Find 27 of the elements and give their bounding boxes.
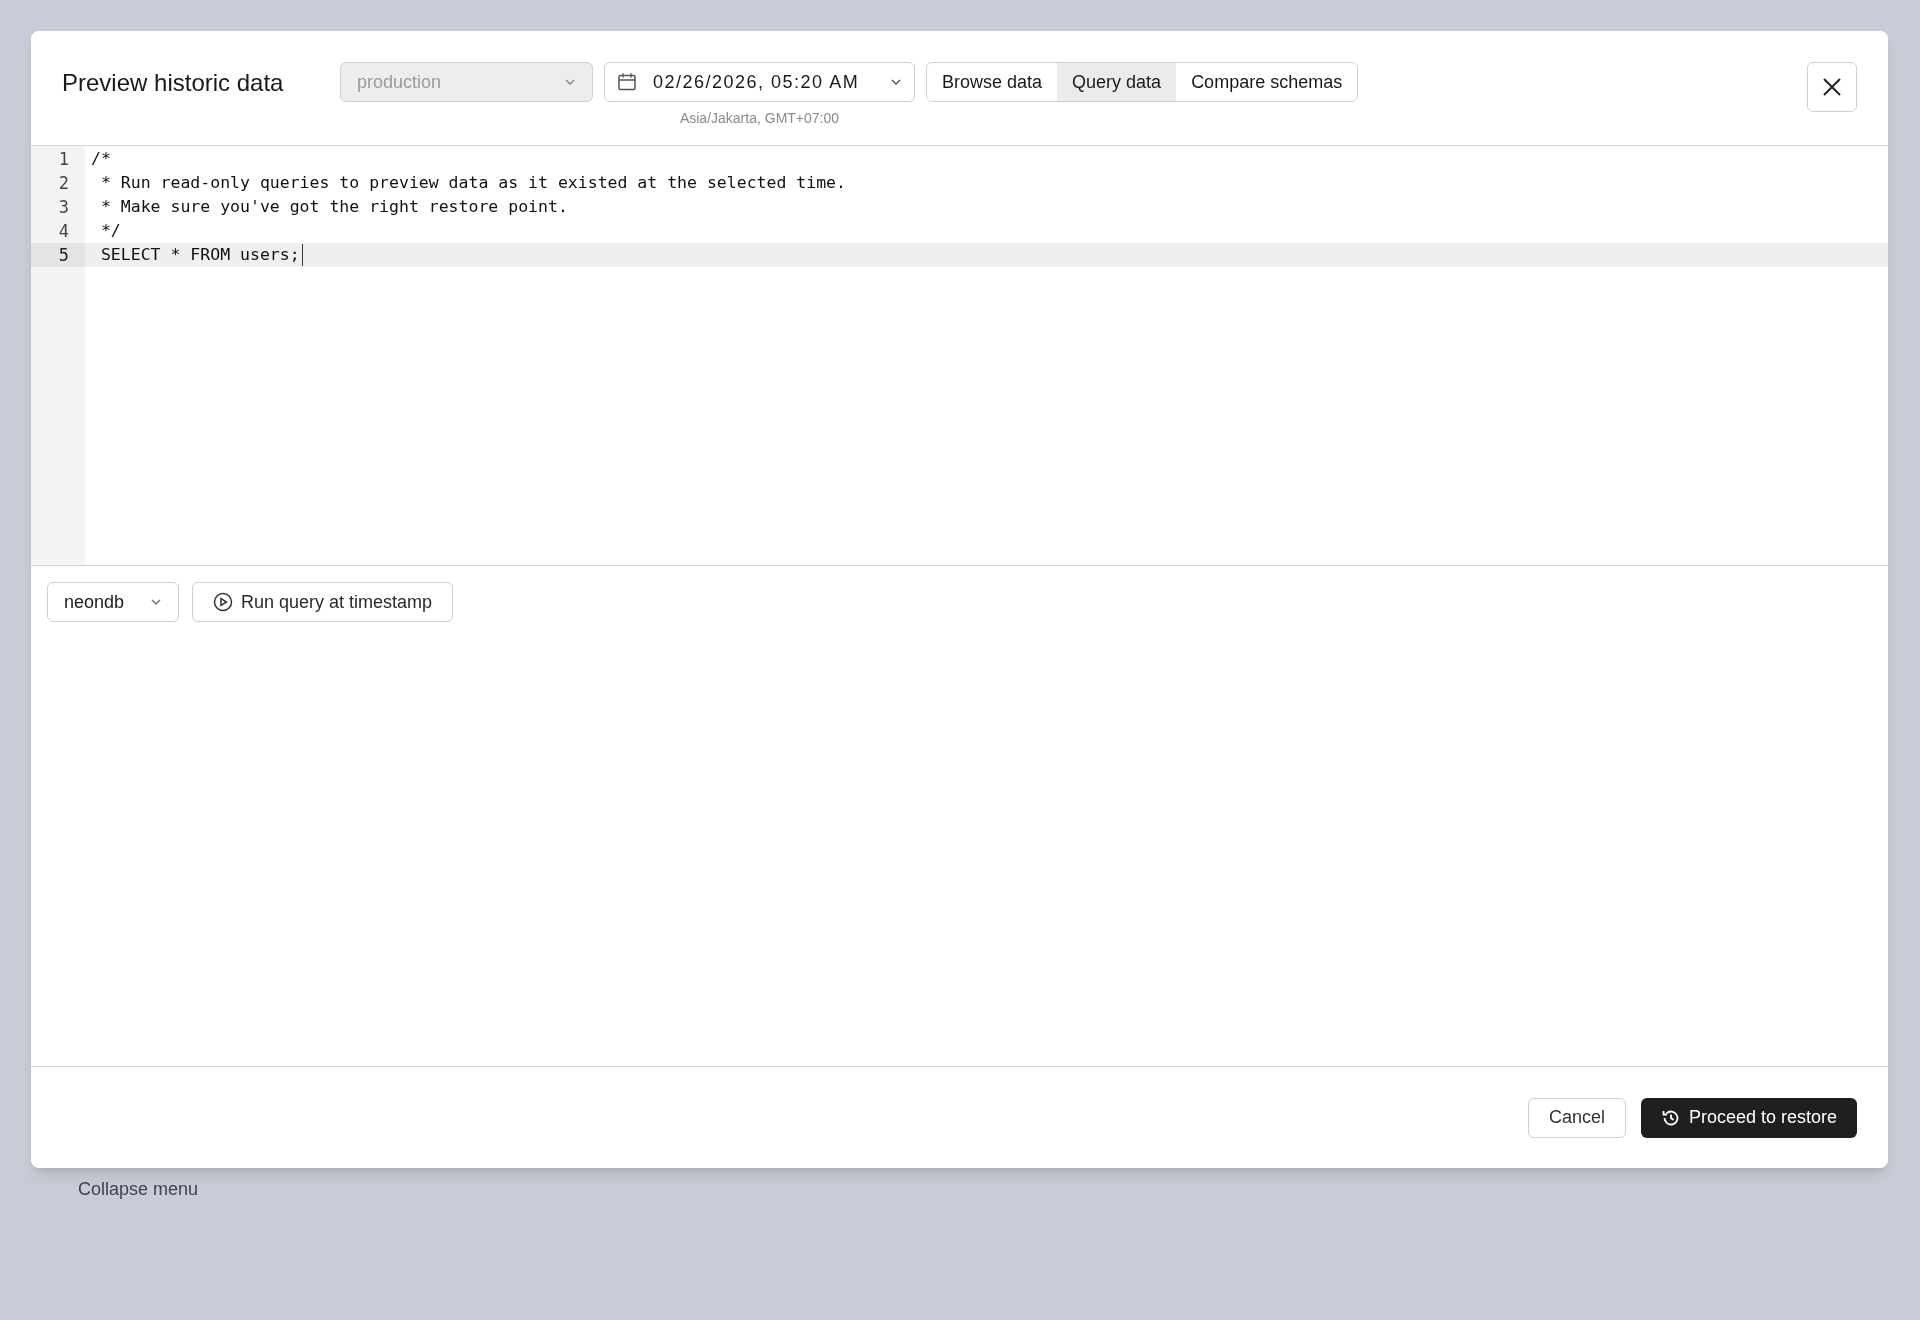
sidebar-item: Collapse menu [78, 1178, 199, 1201]
line-number: 5 [31, 243, 85, 267]
dialog-title: Preview historic data [62, 68, 285, 98]
code-line: * Run read-only queries to preview data as it existed at the selected time. [99, 171, 846, 194]
run-query-button[interactable]: Run query at timestamp [192, 582, 454, 622]
calendar-icon [617, 72, 637, 92]
chevron-down-icon [890, 78, 902, 86]
view-tab[interactable]: Query data [1057, 63, 1177, 101]
close-button[interactable] [1807, 62, 1857, 112]
proceed-button[interactable]: Proceed to restore [1640, 1097, 1857, 1138]
database-select[interactable]: neondb [47, 582, 179, 622]
text-cursor [301, 244, 303, 266]
chevron-down-icon [150, 598, 162, 606]
code-line: SELECT * FROM users; [99, 243, 300, 266]
code-line: * Make sure you've got the right restore point. [99, 195, 568, 218]
timezone-label: Asia/Jakarta, GMT+07:00 [679, 109, 840, 128]
line-number: 1 [57, 148, 70, 171]
line-number: 3 [57, 196, 70, 219]
chevron-down-icon [564, 78, 576, 86]
line-number: 4 [57, 220, 70, 243]
code-line: /* [91, 147, 111, 170]
close-icon [1822, 77, 1842, 97]
line-number: 2 [57, 172, 70, 195]
timestamp-field[interactable]: 02/26/2026, 05:20 AM [604, 62, 915, 102]
play-circle-icon [213, 592, 233, 612]
cancel-button[interactable]: Cancel [1527, 1097, 1626, 1138]
code-line: */ [99, 219, 121, 242]
